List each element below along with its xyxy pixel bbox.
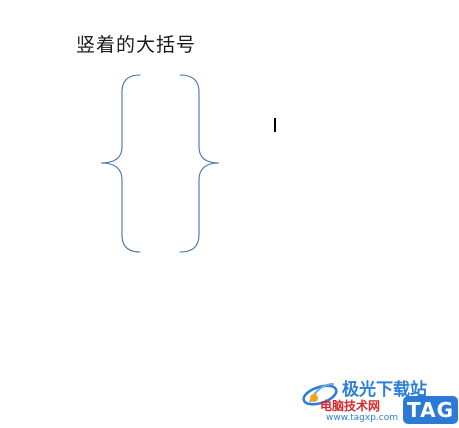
watermark-tag-badge: TAG [403,396,458,424]
document-canvas[interactable]: 竖着的大括号 极光下载站 电脑技术网 www.tagxp.com TAG [0,0,459,428]
brace-left-half [100,74,141,253]
site-watermark: 极光下载站 电脑技术网 www.tagxp.com TAG [300,372,459,428]
text-cursor [274,118,276,132]
vertical-curly-brace-shape[interactable] [0,0,459,428]
brace-right-half [179,74,220,253]
watermark-subtitle: 电脑技术网 [320,399,381,413]
watermark-url: www.tagxp.com [326,413,398,423]
